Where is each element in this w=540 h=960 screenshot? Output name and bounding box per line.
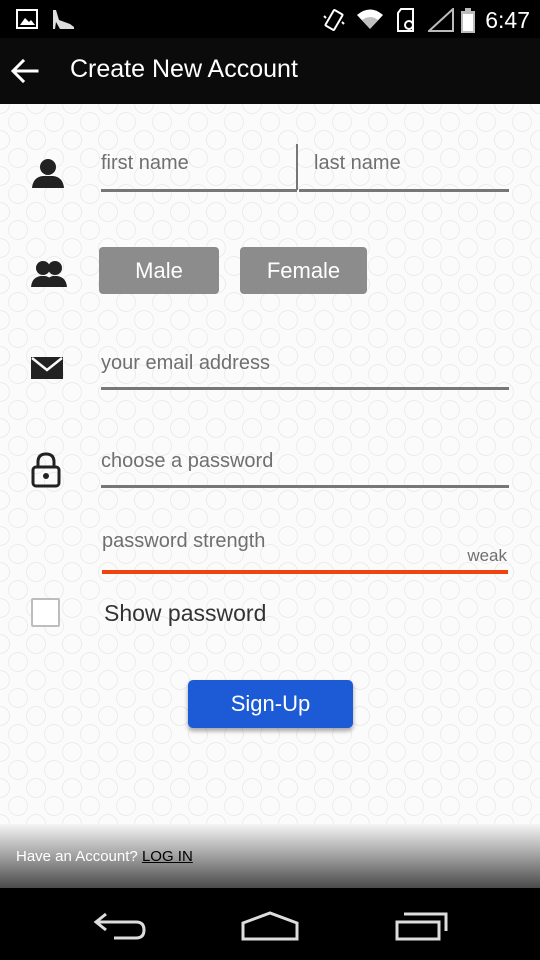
status-bar: 6:47 bbox=[0, 0, 540, 38]
password-strength-bar bbox=[102, 570, 508, 574]
lock-icon bbox=[31, 452, 61, 493]
arrow-left-icon[interactable] bbox=[10, 56, 40, 86]
email-field[interactable]: your email address bbox=[101, 340, 509, 390]
show-password-checkbox[interactable] bbox=[31, 598, 60, 627]
login-link[interactable]: LOG IN bbox=[142, 848, 193, 865]
vibrate-icon bbox=[322, 8, 346, 37]
password-placeholder: choose a password bbox=[101, 450, 274, 472]
password-strength-label: password strength bbox=[102, 530, 266, 552]
show-password-label[interactable]: Show password bbox=[104, 600, 266, 627]
male-button[interactable]: Male bbox=[99, 247, 219, 294]
last-name-placeholder: last name bbox=[314, 152, 401, 174]
signal-icon bbox=[426, 6, 454, 37]
wifi-icon bbox=[356, 8, 384, 35]
female-button[interactable]: Female bbox=[240, 247, 367, 294]
people-icon bbox=[31, 259, 67, 294]
person-icon bbox=[31, 158, 65, 193]
name-divider bbox=[296, 144, 298, 190]
last-name-field[interactable]: last name bbox=[299, 142, 509, 192]
login-strip: Have an Account? LOG IN bbox=[0, 824, 540, 888]
have-account-prompt: Have an Account? LOG IN bbox=[16, 848, 193, 865]
password-strength-value: weak bbox=[467, 546, 507, 565]
envelope-icon bbox=[31, 357, 63, 384]
battery-icon bbox=[460, 8, 476, 39]
have-account-text: Have an Account? bbox=[16, 848, 138, 865]
sd-card-icon bbox=[396, 8, 418, 37]
image-icon bbox=[16, 8, 38, 35]
email-placeholder: your email address bbox=[101, 352, 270, 374]
signup-form: first name last name Male Female your em… bbox=[0, 104, 540, 824]
back-nav-icon[interactable] bbox=[92, 910, 148, 949]
status-time: 6:47 bbox=[485, 7, 530, 33]
system-nav-bar bbox=[0, 888, 540, 960]
app-bar: Create New Account bbox=[0, 38, 540, 104]
password-field[interactable]: choose a password bbox=[101, 438, 509, 488]
first-name-placeholder: first name bbox=[101, 152, 189, 174]
recents-nav-icon[interactable] bbox=[392, 910, 450, 947]
signup-button[interactable]: Sign-Up bbox=[188, 680, 353, 728]
first-name-field[interactable]: first name bbox=[101, 142, 297, 192]
heel-shoe-icon bbox=[50, 8, 76, 35]
home-nav-icon[interactable] bbox=[240, 910, 300, 947]
page-title: Create New Account bbox=[70, 55, 298, 83]
